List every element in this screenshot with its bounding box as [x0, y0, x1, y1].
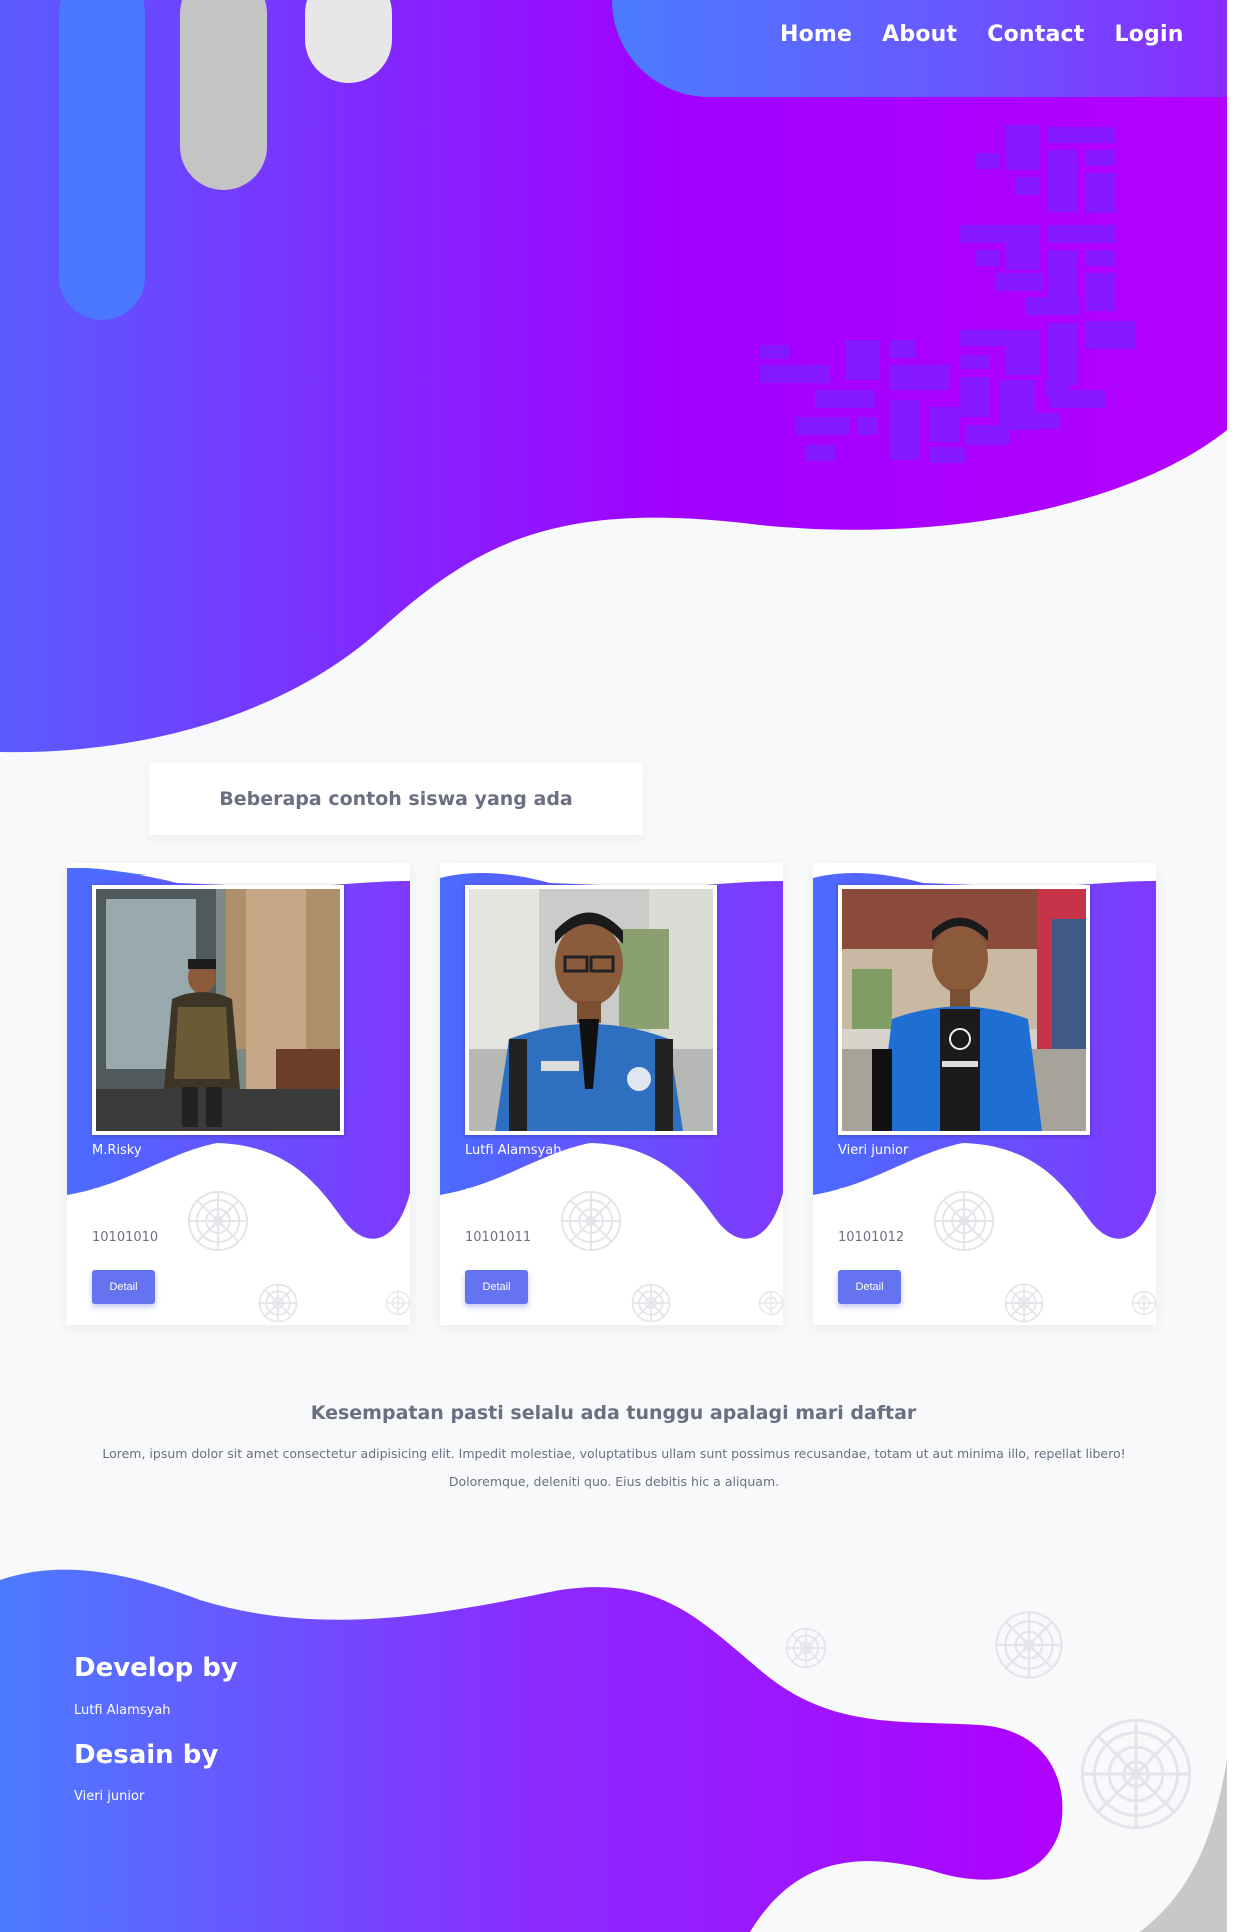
- student-age: 17 tahun: [465, 1187, 513, 1202]
- student-photo-image: [469, 889, 713, 1131]
- page-edge: [1227, 0, 1243, 1932]
- develop-heading: Develop by: [74, 1653, 238, 1683]
- section-title: Beberapa contoh siswa yang ada: [149, 763, 643, 835]
- nav-bar: [612, 0, 1227, 97]
- brick-pattern-decor: [760, 125, 1135, 463]
- decor-drip-light: [305, 0, 392, 83]
- student-card: Lutfi Alamsyah 17 tahun 10101011 Detail: [440, 863, 783, 1325]
- cta-text: Lorem, ipsum dolor sit amet consectetur …: [102, 1446, 1126, 1489]
- student-photo: [838, 885, 1090, 1135]
- nav-login[interactable]: Login: [1115, 22, 1184, 47]
- nav-home[interactable]: Home: [780, 22, 852, 47]
- mandala-decor-icon: [1131, 1290, 1157, 1316]
- nav-about[interactable]: About: [882, 22, 957, 47]
- design-heading: Desain by: [74, 1740, 219, 1770]
- student-card: M.Risky 17 tahun 10101010 Detail: [67, 863, 410, 1325]
- mandala-decor-icon: [995, 1611, 1063, 1679]
- mandala-decor-icon: [1080, 1718, 1192, 1830]
- mandala-decor-icon: [785, 1627, 827, 1669]
- detail-button[interactable]: Detail: [838, 1270, 901, 1304]
- student-nis: 10101010: [92, 1230, 159, 1245]
- design-name: Vieri junior: [74, 1789, 145, 1804]
- nav-contact[interactable]: Contact: [987, 22, 1084, 47]
- student-photo: [465, 885, 717, 1135]
- student-name: M.Risky: [92, 1143, 142, 1158]
- mandala-decor-icon: [258, 1283, 298, 1323]
- cta-title: Kesempatan pasti selalu ada tunggu apala…: [310, 1402, 917, 1424]
- student-age: 17 tahun: [838, 1187, 886, 1202]
- detail-button[interactable]: Detail: [465, 1270, 528, 1304]
- mandala-decor-icon: [560, 1190, 622, 1252]
- mandala-decor-icon: [758, 1290, 784, 1316]
- student-nis: 10101011: [465, 1230, 532, 1245]
- student-photo: [92, 885, 344, 1135]
- mandala-decor-icon: [385, 1290, 411, 1316]
- student-age: 17 tahun: [92, 1187, 140, 1202]
- student-card: Vieri junior 17 tahun 10101012 Detail: [813, 863, 1156, 1325]
- mandala-decor-icon: [933, 1190, 995, 1252]
- student-name: Vieri junior: [838, 1143, 909, 1158]
- student-nis: 10101012: [838, 1230, 905, 1245]
- student-photo-image: [842, 889, 1086, 1131]
- develop-name: Lutfi Alamsyah: [74, 1703, 171, 1718]
- student-name: Lutfi Alamsyah: [465, 1143, 562, 1158]
- decor-drip-blue: [59, 0, 145, 320]
- student-photo-image: [96, 889, 340, 1131]
- main-nav: Home About Contact Login: [780, 22, 1184, 47]
- mandala-decor-icon: [187, 1190, 249, 1252]
- mandala-decor-icon: [631, 1283, 671, 1323]
- page: Home About Contact Login Beberapa contoh…: [0, 0, 1227, 1932]
- mandala-decor-icon: [1004, 1283, 1044, 1323]
- decor-drip-grey: [180, 0, 267, 190]
- detail-button[interactable]: Detail: [92, 1270, 155, 1304]
